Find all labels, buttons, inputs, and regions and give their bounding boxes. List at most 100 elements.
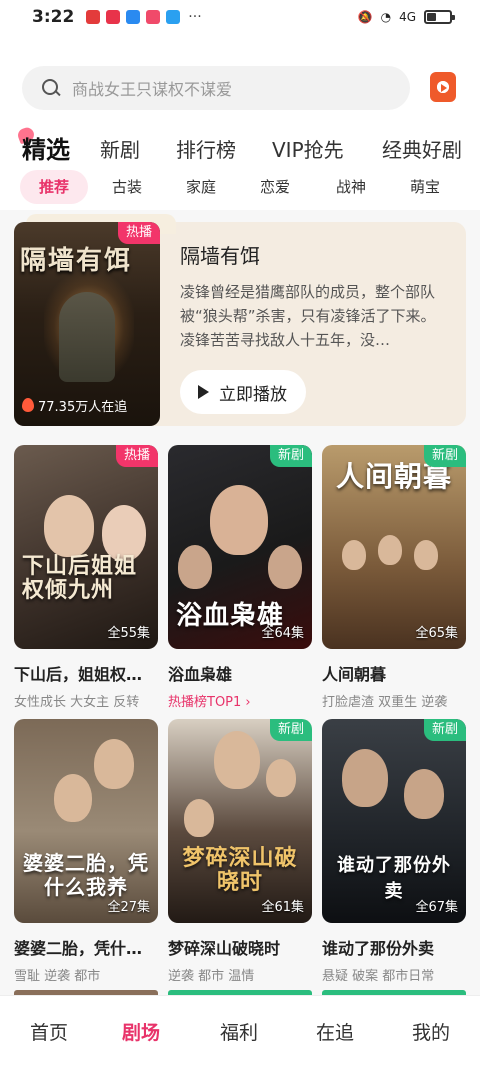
battery-icon (424, 10, 455, 24)
drama-poster[interactable]: 下山后姐姐权倾九州 热播 全55集 (14, 445, 158, 649)
tab-vip[interactable]: VIP抢先 (272, 134, 344, 163)
poster-figure (414, 540, 438, 570)
app-notification-icon (146, 10, 161, 24)
status-badge: 新剧 (269, 719, 312, 741)
network-label: 4G (399, 10, 416, 24)
featured-description: 凌锋曾经是猎鹰部队的成员，整个部队被“狼头帮”杀害，只有凌锋活了下来。凌锋苦苦寻… (180, 283, 436, 349)
poster-figure (342, 540, 366, 570)
bottom-nav: 首页 剧场 福利 在追 我的 (0, 995, 480, 1067)
drama-title: 梦碎深山破晓时 (168, 939, 281, 958)
tab-new[interactable]: 新剧 (100, 134, 140, 163)
nav-following[interactable]: 在追 (316, 1018, 354, 1045)
drama-title: 人间朝暮 (322, 665, 387, 684)
status-indicators: 🔕 ◔ 4G (357, 10, 455, 24)
poster-figure (94, 739, 134, 789)
poster-figure (378, 535, 402, 565)
subtab-recommend[interactable]: 推荐 (20, 170, 88, 204)
app-notification-icon (166, 10, 181, 24)
nav-theater[interactable]: 剧场 (122, 1018, 160, 1045)
featured-poster[interactable]: 隔墙有饵 热播 77.35万人在追 (14, 222, 160, 426)
poster-title: 婆婆二胎，凭什么我养 (23, 851, 149, 899)
nav-profile[interactable]: 我的 (412, 1018, 450, 1045)
subtab-family[interactable]: 家庭 (186, 170, 216, 204)
poster-figure (268, 545, 302, 589)
drama-card[interactable]: 浴血枭雄 新剧 全64集 浴血枭雄 热播榜TOP1 › (168, 445, 312, 710)
poster-figure (44, 495, 94, 557)
search-icon (40, 77, 62, 99)
watching-count: 77.35万人在追 (38, 400, 128, 415)
poster-figure (178, 545, 212, 589)
status-badge: 热播 (117, 222, 160, 244)
drama-poster[interactable]: 谁动了那份外卖 新剧 全67集 (322, 719, 466, 923)
nav-rewards[interactable]: 福利 (220, 1018, 258, 1045)
episode-count: 全65集 (415, 626, 458, 641)
status-notification-icons: ··· (86, 9, 202, 25)
play-now-label: 立即播放 (219, 384, 287, 405)
subtab-war-god[interactable]: 战神 (336, 170, 366, 204)
poster-title: 梦碎深山破晓时 (182, 846, 298, 895)
play-icon (198, 385, 209, 399)
play-now-button[interactable]: 立即播放 (180, 370, 306, 414)
episode-count: 全55集 (107, 626, 150, 641)
poster-figure (59, 292, 115, 382)
subtab-costume[interactable]: 古装 (112, 170, 142, 204)
drama-tags: 雪耻 逆袭 都市 (14, 969, 101, 984)
search-bar[interactable]: 商战女王只谋权不谋爱 (22, 66, 410, 110)
mute-icon: 🔕 (357, 10, 373, 24)
poster-figure (214, 731, 260, 789)
drama-poster[interactable]: 人间朝暮 新剧 全65集 (322, 445, 466, 649)
episode-count: 全27集 (107, 900, 150, 915)
status-badge: 新剧 (269, 445, 312, 467)
drama-card[interactable]: 婆婆二胎，凭什么我养 全27集 婆婆二胎，凭什… 雪耻 逆袭 都市 (14, 719, 158, 984)
status-badge: 新剧 (423, 445, 466, 467)
episode-count: 全67集 (415, 900, 458, 915)
status-badge: 新剧 (423, 719, 466, 741)
nav-home[interactable]: 首页 (30, 1018, 68, 1045)
drama-tags: 逆袭 都市 温情 (168, 969, 255, 984)
drama-card[interactable]: 人间朝暮 新剧 全65集 人间朝暮 打脸虐渣 双重生 逆袭 (322, 445, 466, 710)
wifi-icon: ◔ (380, 10, 392, 24)
poster-figure (54, 774, 92, 822)
sub-tabs: 推荐 古装 家庭 恋爱 战神 萌宝 (0, 170, 480, 204)
fire-icon (22, 398, 34, 412)
status-time: 3:22 (32, 7, 75, 27)
poster-figure (210, 485, 268, 555)
app-notification-icon (106, 10, 121, 24)
drama-tags: 打脸虐渣 双重生 逆袭 (322, 695, 448, 710)
episode-count: 全61集 (261, 900, 304, 915)
subtab-cute-baby[interactable]: 萌宝 (410, 170, 440, 204)
poster-title: 下山后姐姐权倾九州 (22, 554, 138, 603)
app-notification-icon (126, 10, 141, 24)
poster-title: 隔墙有饵 (20, 246, 133, 276)
poster-figure (102, 505, 146, 561)
poster-figure (404, 769, 444, 819)
episode-count: 全64集 (261, 626, 304, 641)
tab-ranking[interactable]: 排行榜 (176, 134, 236, 163)
drama-poster[interactable]: 浴血枭雄 新剧 全64集 (168, 445, 312, 649)
tab-featured[interactable]: 精选 (22, 130, 70, 165)
watch-history-icon[interactable] (430, 72, 456, 102)
drama-card[interactable]: 谁动了那份外卖 新剧 全67集 谁动了那份外卖 悬疑 破案 都市日常 (322, 719, 466, 984)
drama-card[interactable]: 下山后姐姐权倾九州 热播 全55集 下山后，姐姐权… 女性成长 大女主 反转 (14, 445, 158, 710)
drama-poster[interactable]: 婆婆二胎，凭什么我养 全27集 (14, 719, 158, 923)
drama-poster[interactable]: 梦碎深山破晓时 新剧 全61集 (168, 719, 312, 923)
more-notifications-icon: ··· (188, 9, 202, 25)
main-tabs: 精选 新剧 排行榜 VIP抢先 经典好剧 (0, 130, 480, 166)
app-notification-icon (86, 10, 101, 24)
drama-title: 谁动了那份外卖 (322, 939, 435, 958)
search-placeholder: 商战女王只谋权不谋爱 (72, 80, 233, 99)
header: 商战女王只谋权不谋爱 精选 新剧 排行榜 VIP抢先 经典好剧 推荐 古装 家庭… (0, 34, 480, 210)
drama-tags: 女性成长 大女主 反转 (14, 695, 140, 710)
status-badge: 热播 (115, 445, 158, 467)
status-bar: 3:22 ··· 🔕 ◔ 4G (0, 0, 480, 34)
drama-title: 下山后，姐姐权… (14, 665, 143, 684)
poster-figure (184, 799, 214, 837)
featured-title: 隔墙有饵 (180, 244, 260, 268)
drama-card[interactable]: 梦碎深山破晓时 新剧 全61集 梦碎深山破晓时 逆袭 都市 温情 (168, 719, 312, 984)
featured-drama[interactable]: 隔墙有饵 热播 77.35万人在追 隔墙有饵 凌锋曾经是猎鹰部队的成员，整个部队… (14, 214, 466, 426)
tab-classic[interactable]: 经典好剧 (382, 134, 462, 163)
ranking-link[interactable]: 热播榜TOP1 › (168, 691, 312, 710)
drama-tags: 悬疑 破案 都市日常 (322, 969, 435, 984)
subtab-romance[interactable]: 恋爱 (260, 170, 290, 204)
drama-title: 婆婆二胎，凭什… (14, 939, 143, 958)
